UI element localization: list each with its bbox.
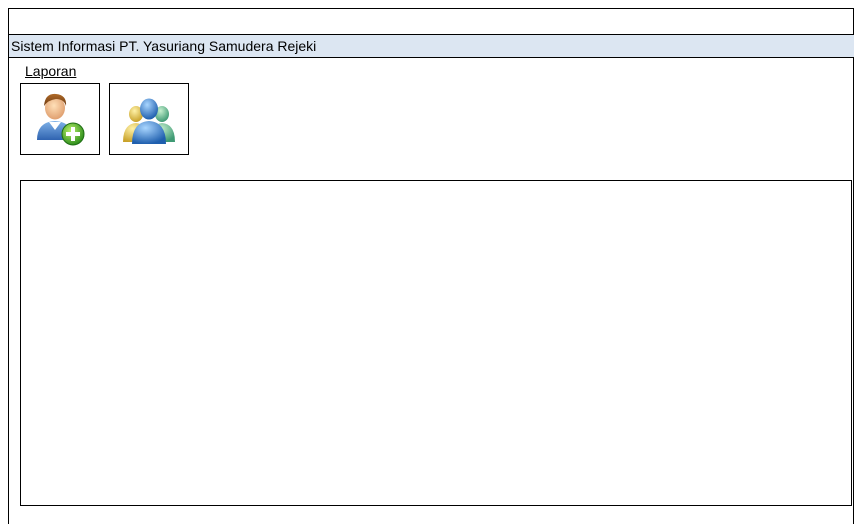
app-window: Sistem Informasi PT. Yasuriang Samudera … bbox=[8, 8, 854, 524]
user-group-icon bbox=[123, 98, 175, 144]
window-title-bar: Sistem Informasi PT. Yasuriang Samudera … bbox=[9, 34, 854, 58]
user-group-button[interactable] bbox=[109, 83, 189, 155]
add-user-icon bbox=[37, 93, 85, 146]
content-panel bbox=[20, 180, 852, 506]
window-title: Sistem Informasi PT. Yasuriang Samudera … bbox=[11, 38, 317, 54]
add-user-button[interactable] bbox=[20, 83, 100, 155]
menu-item-laporan[interactable]: Laporan bbox=[25, 63, 76, 79]
